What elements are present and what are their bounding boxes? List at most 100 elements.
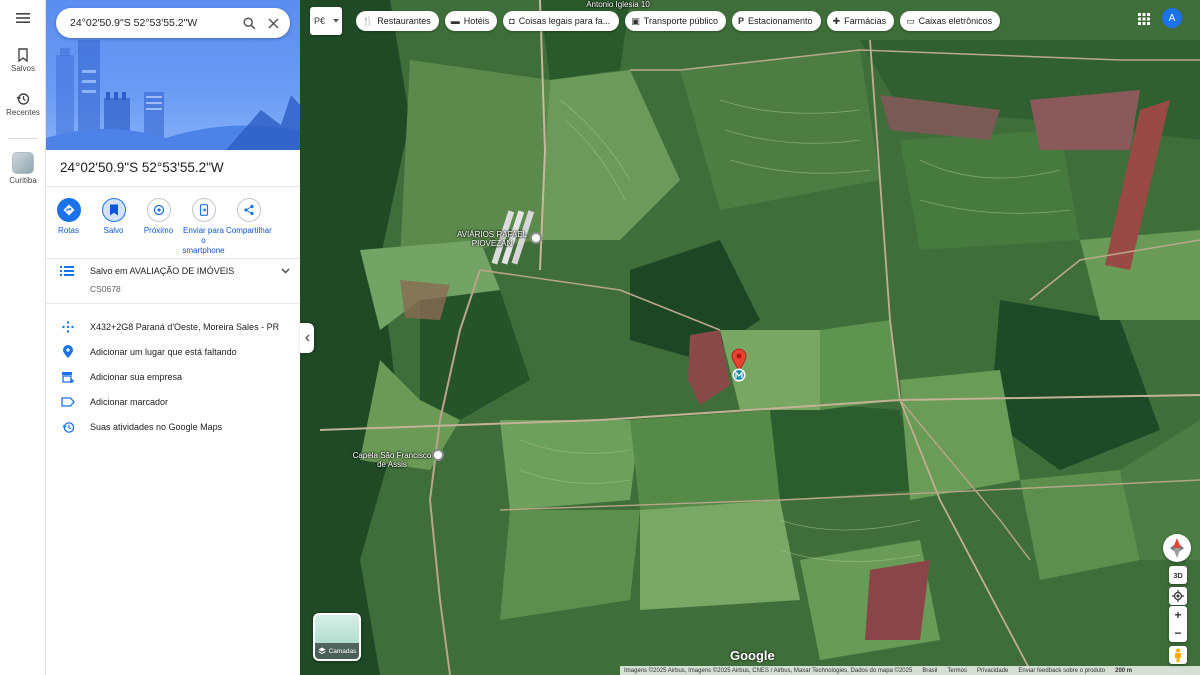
street-view-button[interactable] [1169, 646, 1187, 664]
chip-atms[interactable]: ▭ Caixas eletrônicos [900, 11, 1001, 31]
attribution-text: Imagens ©2025 Airbus, Imagens ©2025 Airb… [624, 667, 913, 674]
poi-capela-marker[interactable] [432, 449, 444, 461]
compass-button[interactable] [1163, 534, 1191, 562]
pharmacy-icon: ✚ [832, 15, 841, 26]
send-to-phone-button[interactable]: Enviar para o smartphone [181, 198, 226, 256]
add-place-row[interactable]: Adicionar um lugar que está faltando [60, 345, 237, 359]
search-button[interactable] [240, 14, 258, 32]
poi-capela-label[interactable]: Capela São Francisco de Assis [352, 451, 432, 469]
label-icon [61, 397, 75, 407]
restaurant-icon: 🍴 [362, 15, 374, 26]
add-business-icon-wrap [60, 370, 76, 384]
add-label-text: Adicionar marcador [90, 397, 169, 407]
divider [46, 303, 300, 304]
place-title: 24°02'50.9"S 52°53'55.2"W [60, 160, 224, 175]
add-place-text: Adicionar um lugar que está faltando [90, 347, 237, 357]
scale-label[interactable]: 200 m [1115, 668, 1132, 674]
left-rail: Salvos Recentes Curitiba [0, 0, 46, 675]
bookmark-icon [18, 48, 28, 62]
clear-search-button[interactable] [264, 14, 282, 32]
history-icon [61, 421, 74, 433]
rail-city-button[interactable]: Curitiba [0, 152, 46, 185]
divider [46, 186, 300, 187]
privacy-link[interactable]: Privacidade [977, 668, 1008, 674]
menu-button[interactable] [0, 12, 46, 24]
saved-button[interactable]: Salvo [91, 198, 136, 256]
activity-text: Suas atividades no Google Maps [90, 422, 223, 432]
activity-row[interactable]: Suas atividades no Google Maps [60, 420, 222, 434]
poi-aviarios-label[interactable]: AVIÁRIOS RAFAEL PIOVEZAN [452, 230, 532, 248]
send-circle [191, 198, 216, 222]
my-location-button[interactable] [1169, 587, 1187, 605]
feedback-link[interactable]: Enviar feedback sobre o produto [1018, 668, 1105, 674]
add-place-icon-wrap [60, 345, 76, 359]
hamburger-menu-icon [16, 13, 30, 23]
activity-icon-wrap [60, 420, 76, 434]
chip-hotels[interactable]: ▬ Hotéis [444, 11, 498, 31]
search-input[interactable] [70, 17, 234, 29]
category-chips: 🍴 Restaurantes ▬ Hotéis ◘ Coisas legais par… [356, 11, 1006, 35]
zoom-out-button[interactable]: − [1169, 624, 1187, 642]
storefront-icon [62, 372, 74, 383]
share-circle [236, 198, 261, 222]
rail-city-label: Curitiba [9, 176, 37, 185]
plus-code-text: X432+2G8 Paraná d'Oeste, Moreira Sales -… [90, 322, 280, 332]
nearby-button[interactable]: Próximo [136, 198, 181, 256]
account-avatar[interactable]: A [1162, 8, 1182, 28]
collapse-panel-button[interactable] [300, 323, 314, 353]
satellite-imagery [300, 0, 1200, 675]
saved-circle [101, 198, 126, 222]
saved-list-row[interactable]: Salvo em AVALIAÇÃO DE IMÓVEIS CS0678 [60, 266, 290, 294]
location-pin[interactable] [730, 348, 748, 389]
camera-icon: ◘ [509, 16, 515, 26]
nearby-label: Próximo [143, 226, 174, 235]
layers-label: Camadas [328, 647, 357, 655]
red-pin-icon [731, 348, 747, 382]
chip-label: Transporte público [643, 16, 718, 26]
rail-saved-label: Salvos [10, 64, 35, 73]
poi-aviarios-marker[interactable] [530, 232, 542, 244]
chip-transit[interactable]: ▣ Transporte público [625, 11, 726, 31]
country-link[interactable]: Brasil [922, 668, 937, 674]
zoom-controls: + − [1169, 606, 1187, 642]
hotel-icon: ▬ [450, 16, 460, 26]
add-label-row[interactable]: Adicionar marcador [60, 395, 168, 409]
chip-things-to-do[interactable]: ◘ Coisas legais para fa... [503, 11, 620, 31]
history-icon [16, 93, 30, 105]
rail-divider [8, 138, 38, 139]
add-location-icon [63, 345, 73, 358]
share-button[interactable]: Compartilhar [226, 198, 272, 256]
share-label: Compartilhar [226, 226, 272, 235]
chevron-left-icon [304, 334, 309, 342]
directions-button[interactable]: Rotas [46, 198, 91, 256]
directions-icon [63, 204, 74, 216]
share-icon [243, 204, 254, 216]
send-to-phone-label: Enviar para o smartphone [182, 226, 225, 255]
map-mode-button[interactable]: P€ [310, 7, 342, 35]
zoom-in-button[interactable]: + [1169, 606, 1187, 624]
chip-pharmacies[interactable]: ✚ Farmácias [826, 11, 895, 31]
terms-link[interactable]: Termos [947, 668, 967, 674]
plus-code-row[interactable]: X432+2G8 Paraná d'Oeste, Moreira Sales -… [60, 320, 279, 334]
chip-label: Restaurantes [377, 16, 431, 26]
chip-parking[interactable]: P Estacionamento [732, 11, 821, 31]
chevron-down-icon[interactable] [281, 268, 290, 274]
map-canvas[interactable] [300, 0, 1200, 675]
poi-top-label[interactable]: Antonio Iglesia 10 [578, 0, 658, 9]
chevron-down-icon [333, 19, 340, 23]
3d-button[interactable]: 3D [1169, 566, 1187, 584]
rail-saved-button[interactable]: Salvos [0, 48, 46, 73]
plus-code-icon [62, 321, 74, 333]
chip-label: Coisas legais para fa... [518, 16, 611, 26]
bookmark-filled-icon [109, 204, 118, 216]
add-business-text: Adicionar sua empresa [90, 372, 183, 382]
add-business-row[interactable]: Adicionar sua empresa [60, 370, 182, 384]
plus-code-icon-wrap [60, 320, 76, 334]
apps-grid-icon[interactable] [1137, 12, 1151, 26]
chip-label: Hotéis [463, 16, 490, 26]
phone-icon [199, 204, 208, 216]
transit-icon: ▣ [631, 15, 640, 26]
rail-recent-button[interactable]: Recentes [0, 92, 46, 117]
chip-restaurants[interactable]: 🍴 Restaurantes [356, 11, 439, 31]
layers-button[interactable]: Camadas [313, 613, 361, 661]
